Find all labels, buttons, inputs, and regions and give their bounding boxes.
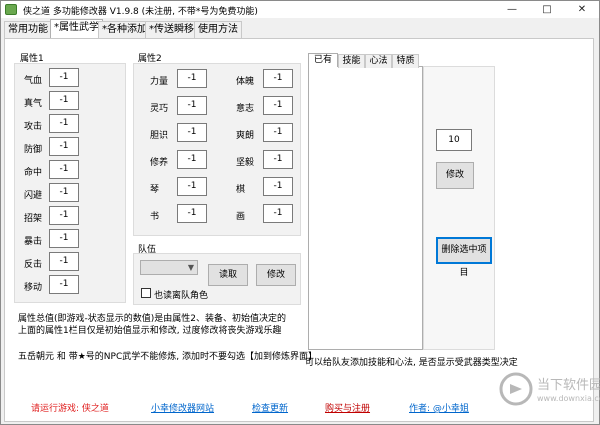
attr2-field[interactable]: -1	[263, 177, 293, 196]
attr1-field[interactable]: -1	[49, 183, 79, 202]
maximize-button[interactable]: □	[530, 1, 564, 18]
tab-common[interactable]: 常用功能	[4, 21, 52, 38]
attr1-label: 闪避	[24, 191, 43, 201]
include-left-label: 也读离队角色	[154, 291, 209, 301]
skills-tab-skill[interactable]: 技能	[338, 54, 365, 68]
attr2-label: 胆识	[150, 131, 169, 141]
attr2-field[interactable]: -1	[263, 204, 293, 223]
attr2-label: 灵巧	[150, 104, 169, 114]
tab-usage[interactable]: 使用方法	[194, 21, 242, 38]
watermark: 当下软件园 www.downxia.com	[499, 370, 600, 414]
attr2-field[interactable]: -1	[177, 204, 207, 223]
author-link[interactable]: 作者: @小幸姐	[409, 401, 469, 414]
attr1-label: 移动	[24, 283, 43, 293]
skills-tab-owned[interactable]: 已有	[308, 53, 338, 67]
skills-tab-xinfa[interactable]: 心法	[365, 54, 392, 68]
attr2-label: 爽朗	[236, 131, 255, 141]
app-logo-icon	[5, 4, 17, 15]
attr1-field[interactable]: -1	[49, 68, 79, 87]
attr2-label: 体魄	[236, 77, 255, 87]
attr1-field[interactable]: -1	[49, 160, 79, 179]
attr1-field[interactable]: -1	[49, 137, 79, 156]
team-group: ▼ 读取 修改 也读离队角色	[133, 253, 301, 305]
attr1-field[interactable]: -1	[49, 229, 79, 248]
attr1-label: 命中	[24, 168, 43, 178]
attr1-label: 招架	[24, 214, 43, 224]
team-select[interactable]: ▼	[140, 260, 198, 275]
attr1-label: 暴击	[24, 237, 43, 247]
attr2-field[interactable]: -1	[177, 123, 207, 142]
attr2-label: 书	[150, 212, 160, 222]
attr1-field[interactable]: -1	[49, 91, 79, 110]
attr2-field[interactable]: -1	[177, 177, 207, 196]
watermark-title: 当下软件园	[537, 378, 600, 393]
title-bar: 侠之道 多功能修改器 V1.9.8 (未注册, 不带*号为免费功能) — □ ✕	[1, 1, 599, 18]
attr2-field[interactable]: -1	[177, 150, 207, 169]
attr2-label: 琴	[150, 185, 160, 195]
window-title: 侠之道 多功能修改器 V1.9.8 (未注册, 不带*号为免费功能)	[23, 7, 258, 17]
attr1-label: 防御	[24, 145, 43, 155]
site-link[interactable]: 小幸修改器网站	[151, 401, 214, 414]
attr1-group: 气血 -1 真气 -1 攻击 -1 防御 -1 命中 -1 闪避 -1 招架 -…	[14, 63, 126, 303]
attr1-label: 气血	[24, 76, 43, 86]
attr2-field[interactable]: -1	[263, 96, 293, 115]
tab-attributes[interactable]: *属性武学	[50, 19, 103, 39]
delete-selected-button[interactable]: 删除选中项目	[436, 237, 492, 278]
watermark-url: www.downxia.com	[537, 394, 600, 403]
attr1-field[interactable]: -1	[49, 206, 79, 225]
attr2-label: 意志	[236, 104, 255, 114]
tab-teleport[interactable]: *传送瞬移	[145, 21, 198, 38]
team-modify-button[interactable]: 修改	[256, 264, 296, 286]
attr1-field[interactable]: -1	[49, 252, 79, 271]
attr2-field[interactable]: -1	[177, 96, 207, 115]
attr2-field[interactable]: -1	[263, 69, 293, 88]
attr2-group: 力量 -1 灵巧 -1 胆识 -1 修养 -1 琴 -1 书 -1 体魄 -1 …	[133, 63, 301, 236]
attr2-label: 坚毅	[236, 158, 255, 168]
skills-tab-trait[interactable]: 特质	[392, 54, 419, 68]
include-left-checkbox[interactable]	[141, 288, 151, 298]
skills-list[interactable]	[308, 66, 423, 350]
skills-actions-panel: 10 修改 删除选中项目	[423, 66, 495, 350]
attr2-field[interactable]: -1	[263, 123, 293, 142]
attr1-label: 反击	[24, 260, 43, 270]
attr2-label: 棋	[236, 185, 246, 195]
attr2-label: 画	[236, 212, 246, 222]
attr2-label: 修养	[150, 158, 169, 168]
skills-note: 可以给队友添加技能和心法, 是否显示受武器类型决定	[305, 358, 518, 368]
notes-line-3: 五岳朝元 和 带★号的NPC武学不能修炼, 添加时不要勾选【加到修炼界面】	[18, 352, 317, 362]
attr2-label: 力量	[150, 77, 169, 87]
check-update-link[interactable]: 检查更新	[252, 401, 288, 414]
attr1-field[interactable]: -1	[49, 275, 79, 294]
attr1-field[interactable]: -1	[49, 114, 79, 133]
tab-content-panel: 属性1 气血 -1 真气 -1 攻击 -1 防御 -1 命中 -1 闪避 -1 …	[4, 38, 594, 422]
attr2-field[interactable]: -1	[263, 150, 293, 169]
chevron-down-icon: ▼	[187, 263, 194, 272]
attr1-label: 真气	[24, 99, 43, 109]
skill-modify-button[interactable]: 修改	[436, 162, 474, 189]
app-window: 侠之道 多功能修改器 V1.9.8 (未注册, 不带*号为免费功能) — □ ✕…	[0, 0, 600, 425]
close-button[interactable]: ✕	[565, 1, 599, 18]
read-button[interactable]: 读取	[208, 264, 248, 286]
watermark-logo-icon	[499, 372, 533, 406]
minimize-button[interactable]: —	[495, 1, 529, 18]
attr2-field[interactable]: -1	[177, 69, 207, 88]
skill-value-field[interactable]: 10	[436, 129, 472, 151]
tab-add[interactable]: *各种添加	[98, 21, 151, 38]
game-status: 请运行游戏: 侠之道	[31, 404, 109, 414]
attr1-label: 攻击	[24, 122, 43, 132]
buy-register-link[interactable]: 购买与注册	[325, 401, 370, 414]
notes-line-2: 上面的属性1栏目仅是初始值显示和修改, 过度修改将丧失游戏乐趣	[18, 326, 282, 336]
